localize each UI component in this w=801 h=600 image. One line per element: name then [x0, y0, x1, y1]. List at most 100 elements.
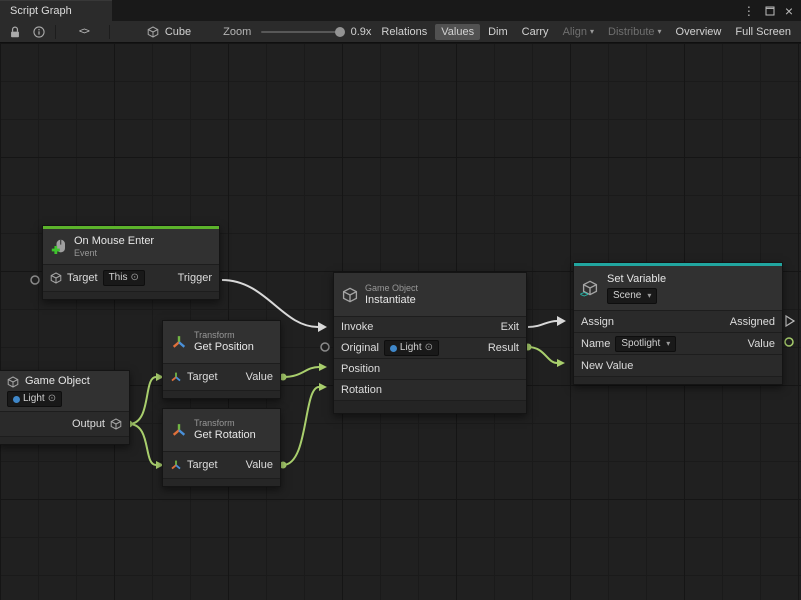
port-label-new-value: New Value: [581, 360, 633, 372]
variable-name-dropdown[interactable]: Spotlight ▾: [615, 336, 676, 352]
light-icon: [13, 396, 20, 403]
overview-button[interactable]: Overview: [670, 24, 728, 40]
value-wire-result-newvalue: [528, 347, 557, 363]
transform-icon: [170, 459, 182, 471]
zoom-slider[interactable]: [261, 31, 340, 33]
relations-button[interactable]: Relations: [375, 24, 433, 40]
node-instantiate[interactable]: Game Object Instantiate Invoke Exit Orig…: [333, 272, 527, 414]
node-subtitle: Event: [74, 248, 154, 259]
flow-arrow-assign: [557, 316, 566, 326]
gameobject-icon: [50, 272, 62, 284]
node-category: Game Object: [365, 283, 418, 294]
port-label-target: Target: [187, 371, 218, 383]
node-title: Instantiate: [365, 294, 418, 307]
object-picker-icon[interactable]: ⊙: [425, 343, 433, 353]
toolbar-separator: [55, 25, 56, 39]
node-footer: [334, 400, 526, 413]
original-object-field[interactable]: Light ⊙: [384, 340, 439, 356]
port-label-value: Value: [748, 338, 775, 350]
value-arrow-position: [319, 363, 327, 371]
node-get-rotation[interactable]: Transform Get Rotation Target Value: [162, 408, 281, 487]
this-object-field[interactable]: This ⊙: [103, 270, 145, 286]
port-label-original: Original: [341, 342, 379, 354]
close-button[interactable]: ×: [785, 4, 793, 18]
variable-scope-dropdown[interactable]: Scene ▾: [607, 288, 657, 304]
transform-icon: [171, 334, 187, 350]
node-title: On Mouse Enter: [74, 235, 154, 248]
dim-button[interactable]: Dim: [482, 24, 514, 40]
value-wire-light-getrotation: [129, 424, 156, 465]
align-label: Align: [563, 26, 587, 38]
align-button[interactable]: Align▾: [557, 24, 600, 40]
value-arrow-newvalue: [557, 359, 565, 367]
port-label-rotation: Rotation: [341, 384, 382, 396]
edit-code-button[interactable]: <>: [75, 26, 93, 37]
value-wire-light-getposition: [129, 377, 156, 424]
tab-script-graph[interactable]: Script Graph: [0, 0, 112, 21]
port-label-position: Position: [341, 363, 380, 375]
object-field-value: This: [109, 272, 128, 284]
graph-name: Cube: [165, 26, 191, 38]
node-title: Game Object: [25, 375, 90, 388]
port-setvariable-value[interactable]: [785, 338, 793, 346]
port-instantiate-original[interactable]: [321, 343, 329, 351]
fullscreen-button[interactable]: Full Screen: [729, 24, 797, 40]
port-label-name: Name: [581, 338, 610, 350]
values-button[interactable]: Values: [435, 24, 480, 40]
dropdown-value: Scene: [613, 290, 641, 302]
chevron-down-icon: ▾: [658, 27, 662, 36]
light-object-field[interactable]: Light ⊙: [7, 391, 62, 407]
port-label-invoke: Invoke: [341, 321, 373, 333]
zoom-slider-knob[interactable]: [335, 27, 345, 37]
distribute-button[interactable]: Distribute▾: [602, 24, 667, 40]
zoom-label: Zoom: [223, 26, 251, 38]
graph-toolbar: <> Cube Zoom 0.9x Relations Values Dim C…: [0, 21, 801, 43]
kebab-menu-icon[interactable]: ⋮: [743, 5, 755, 17]
lock-icon: [8, 25, 22, 39]
object-picker-icon[interactable]: ⊙: [48, 394, 56, 404]
port-setvariable-assigned[interactable]: [786, 316, 794, 326]
chevron-down-icon: ▾: [647, 290, 651, 302]
zoom-value: 0.9x: [351, 26, 372, 38]
node-title: Get Rotation: [194, 429, 256, 442]
graph-canvas[interactable]: On Mouse Enter Event Target This ⊙ Trigg…: [0, 43, 801, 600]
maximize-icon: [765, 6, 775, 16]
port-label-assigned: Assigned: [730, 316, 775, 328]
variable-brackets-icon: <>: [580, 290, 587, 299]
value-wire-position: [283, 367, 319, 377]
chevron-down-icon: ▾: [666, 338, 670, 350]
port-label-output: Output: [72, 418, 105, 430]
node-get-position[interactable]: Transform Get Position Target Value: [162, 320, 281, 399]
node-category: Transform: [194, 330, 254, 341]
port-onmouseenter-target[interactable]: [31, 276, 39, 284]
lock-button[interactable]: [4, 25, 26, 39]
port-label-assign: Assign: [581, 316, 614, 328]
node-footer: [0, 436, 129, 444]
node-light-object[interactable]: Game Object Light ⊙ Output: [0, 370, 130, 445]
graph-cube-icon: [143, 26, 163, 38]
port-label-value: Value: [246, 459, 273, 471]
port-label-target: Target: [187, 459, 218, 471]
node-title: Set Variable: [607, 273, 666, 286]
node-set-variable[interactable]: <> Set Variable Scene ▾ Assign Assigned …: [573, 262, 783, 385]
script-graph-window: Script Graph ⋮ × <> Cube Zoom 0.9x Relat…: [0, 0, 801, 600]
info-icon: [32, 25, 46, 39]
info-button[interactable]: [28, 25, 50, 39]
gameobject-icon: [342, 287, 358, 303]
object-field-value: Light: [23, 393, 45, 405]
gameobject-type-icon: [110, 418, 122, 430]
object-picker-icon[interactable]: ⊙: [130, 273, 138, 283]
tab-title: Script Graph: [10, 5, 72, 17]
window-controls: ⋮ ×: [743, 0, 801, 21]
port-label-trigger: Trigger: [178, 272, 212, 284]
object-field-value: Light: [400, 342, 422, 354]
node-footer: [43, 291, 219, 299]
carry-button[interactable]: Carry: [516, 24, 555, 40]
transform-icon: [171, 422, 187, 438]
node-category: Transform: [194, 418, 256, 429]
node-on-mouse-enter[interactable]: On Mouse Enter Event Target This ⊙ Trigg…: [42, 225, 220, 300]
value-wire-rotation: [283, 387, 319, 465]
maximize-button[interactable]: [765, 6, 775, 16]
port-label-result: Result: [488, 342, 519, 354]
variable-icon: <>: [582, 280, 600, 296]
